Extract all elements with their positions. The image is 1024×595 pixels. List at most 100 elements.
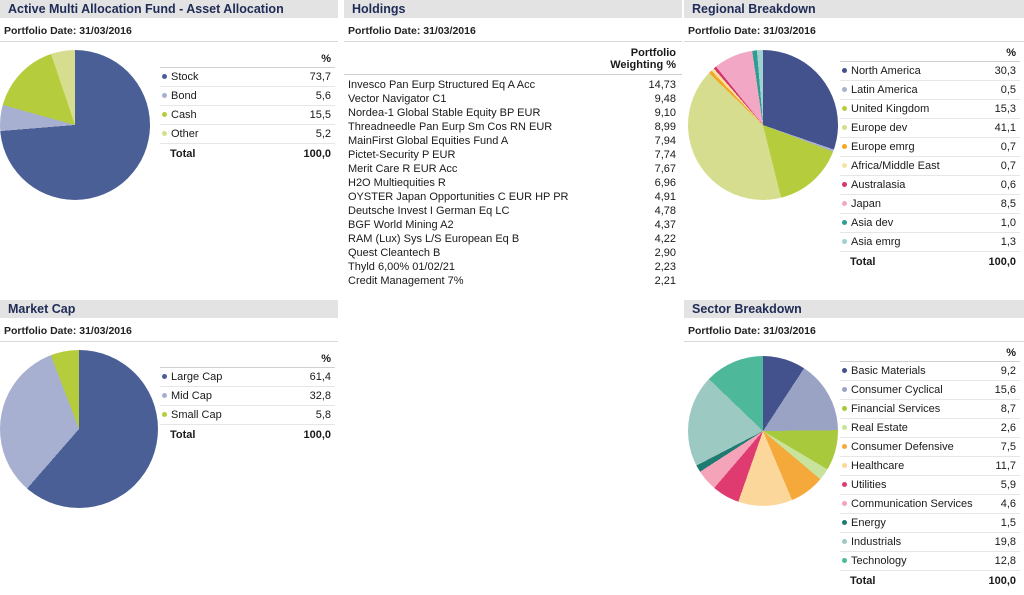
legend-row[interactable]: Latin America 0,5 (840, 80, 1020, 100)
holdings-name: Quest Cleantech B (348, 247, 441, 259)
legend-color-bullet-icon (842, 219, 847, 225)
legend-total-value: 100,0 (303, 429, 331, 441)
holdings-row[interactable]: Threadneedle Pan Eurp Sm Cos RN EUR 8,99 (344, 120, 682, 134)
legend-color-bullet-icon (162, 73, 167, 79)
holdings-row[interactable]: Merit Care R EUR Acc 7,67 (344, 162, 682, 176)
legend-item-value: 15,5 (256, 105, 335, 125)
holdings-row[interactable]: BGF World Mining A2 4,37 (344, 218, 682, 232)
legend-row[interactable]: Industrials 19,8 (840, 532, 1020, 552)
legend-total-value: 100,0 (988, 256, 1016, 268)
legend-color-bullet-icon (842, 519, 847, 525)
legend-item-value: 9,2 (985, 361, 1020, 381)
holdings-row[interactable]: RAM (Lux) Sys L/S European Eq B 4,22 (344, 232, 682, 246)
legend-row[interactable]: Financial Services 8,7 (840, 399, 1020, 419)
legend-row[interactable]: Mid Cap 32,8 (160, 386, 335, 406)
regional-breakdown-title: Regional Breakdown (684, 0, 1024, 19)
legend-row[interactable]: Large Cap 61,4 (160, 367, 335, 387)
legend-row[interactable]: Consumer Cyclical 15,6 (840, 380, 1020, 400)
legend-item-value: 19,8 (985, 532, 1020, 552)
holdings-row[interactable]: Thyld 6,00% 01/02/21 2,23 (344, 260, 682, 274)
legend-item-label: Europe dev (840, 118, 977, 138)
legend-row[interactable]: Europe emrg 0,7 (840, 137, 1020, 157)
legend-row[interactable]: Asia emrg 1,3 (840, 232, 1020, 252)
legend-row[interactable]: Basic Materials 9,2 (840, 361, 1020, 381)
holdings-col-header-line2: Weighting % (610, 59, 676, 71)
holdings-weight: 4,91 (654, 191, 676, 203)
holdings-row[interactable]: Nordea-1 Global Stable Equity BP EUR 9,10 (344, 106, 682, 120)
legend-item-label: Consumer Defensive (840, 437, 986, 457)
legend-row[interactable]: United Kingdom 15,3 (840, 99, 1020, 119)
legend-color-bullet-icon (842, 462, 847, 468)
legend-row[interactable]: Africa/Middle East 0,7 (840, 156, 1020, 176)
legend-item-label: United Kingdom (840, 99, 977, 119)
legend-total-row: Total 100,0 (160, 144, 335, 164)
legend-color-bullet-icon (842, 200, 847, 206)
legend-row[interactable]: Energy 1,5 (840, 513, 1020, 533)
legend-percent-header: % (976, 44, 1020, 62)
sector-breakdown-portfolio-date: Portfolio Date: 31/03/2016 (684, 319, 1024, 342)
legend-row[interactable]: Technology 12,8 (840, 551, 1020, 571)
legend-total-label: Total (170, 429, 196, 441)
holdings-weight: 7,67 (654, 163, 676, 175)
legend-row[interactable]: Bond 5,6 (160, 86, 335, 106)
legend-row[interactable]: Europe dev 41,1 (840, 118, 1020, 138)
holdings-row[interactable]: MainFirst Global Equities Fund A 7,94 (344, 134, 682, 148)
legend-row[interactable]: Small Cap 5,8 (160, 405, 335, 425)
legend-item-value: 15,3 (976, 99, 1020, 119)
legend-row[interactable]: Utilities 5,9 (840, 475, 1020, 495)
legend-color-bullet-icon (842, 557, 847, 563)
legend-row[interactable]: Healthcare 11,7 (840, 456, 1020, 476)
market-cap-title: Market Cap (0, 300, 338, 319)
legend-total-label: Total (850, 575, 876, 587)
holdings-portfolio-date: Portfolio Date: 31/03/2016 (344, 19, 682, 42)
legend-color-bullet-icon (842, 181, 847, 187)
legend-row[interactable]: North America 30,3 (840, 61, 1020, 81)
regional-breakdown-panel: Regional Breakdown Portfolio Date: 31/03… (684, 0, 1024, 282)
holdings-row[interactable]: Deutsche Invest I German Eq LC 4,78 (344, 204, 682, 218)
legend-row[interactable]: Stock 73,7 (160, 67, 335, 87)
holdings-name: Threadneedle Pan Eurp Sm Cos RN EUR (348, 121, 553, 133)
legend-color-bullet-icon (842, 538, 847, 544)
holdings-row[interactable]: Pictet-Security P EUR 7,74 (344, 148, 682, 162)
legend-item-value: 5,9 (985, 475, 1020, 495)
legend-row[interactable]: Consumer Defensive 7,5 (840, 437, 1020, 457)
legend-row[interactable]: Australasia 0,6 (840, 175, 1020, 195)
legend-item-label: Other (160, 124, 257, 144)
sector-breakdown-pie-chart (688, 356, 838, 506)
holdings-name: Nordea-1 Global Stable Equity BP EUR (348, 107, 541, 119)
holdings-name: MainFirst Global Equities Fund A (348, 135, 509, 147)
legend-row[interactable]: Other 5,2 (160, 124, 335, 144)
holdings-name: Thyld 6,00% 01/02/21 (348, 261, 456, 273)
holdings-row[interactable]: Vector Navigator C1 9,48 (344, 92, 682, 106)
holdings-weight: 2,90 (654, 247, 676, 259)
legend-row[interactable]: Cash 15,5 (160, 105, 335, 125)
market-cap-portfolio-date: Portfolio Date: 31/03/2016 (0, 319, 338, 342)
holdings-row[interactable]: Credit Management 7% 2,21 (344, 274, 682, 288)
holdings-weight: 4,78 (654, 205, 676, 217)
holdings-weight: 4,22 (654, 233, 676, 245)
holdings-row[interactable]: OYSTER Japan Opportunities C EUR HP PR 4,… (344, 190, 682, 204)
legend-row[interactable]: Japan 8,5 (840, 194, 1020, 214)
holdings-weight: 2,23 (654, 261, 676, 273)
legend-item-value: 0,7 (976, 156, 1020, 176)
legend-color-bullet-icon (162, 92, 167, 98)
holdings-row[interactable]: H2O Multiequities R 6,96 (344, 176, 682, 190)
holdings-row[interactable]: Quest Cleantech B 2,90 (344, 246, 682, 260)
legend-row[interactable]: Communication Services 4,6 (840, 494, 1020, 514)
holdings-name: Credit Management 7% (348, 275, 464, 287)
legend-item-label: Cash (160, 105, 257, 125)
legend-header-row: % (160, 350, 335, 368)
legend-color-bullet-icon (842, 386, 847, 392)
legend-item-label: Energy (840, 513, 986, 533)
legend-color-bullet-icon (842, 162, 847, 168)
legend-item-value: 2,6 (985, 418, 1020, 438)
legend-item-label: Asia dev (840, 213, 977, 233)
legend-header-blank (160, 350, 277, 368)
legend-row[interactable]: Real Estate 2,6 (840, 418, 1020, 438)
holdings-row[interactable]: Invesco Pan Eurp Structured Eq A Acc 14,7… (344, 78, 682, 92)
legend-row[interactable]: Asia dev 1,0 (840, 213, 1020, 233)
legend-item-value: 12,8 (985, 551, 1020, 571)
holdings-name: Vector Navigator C1 (348, 93, 447, 105)
legend-item-value: 15,6 (985, 380, 1020, 400)
legend-item-label: Utilities (840, 475, 986, 495)
